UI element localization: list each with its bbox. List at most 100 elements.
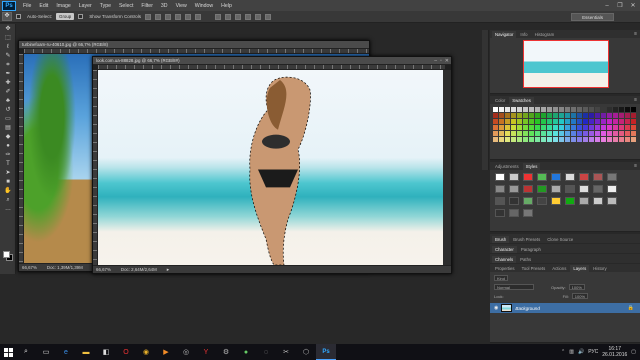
color-swatch[interactable]: [499, 113, 504, 118]
history-brush-tool-icon[interactable]: ↺: [4, 106, 12, 114]
color-swatch[interactable]: [583, 137, 588, 142]
menu-window[interactable]: Window: [191, 3, 217, 9]
document-tab[interactable]: look.com.ua-88828.jpg @ 66,7% (RGB/8#) –…: [93, 57, 451, 65]
fill-field[interactable]: 100%: [571, 293, 589, 299]
color-swatch[interactable]: [499, 137, 504, 142]
color-swatch[interactable]: [625, 137, 630, 142]
visibility-eye-icon[interactable]: ◉: [494, 305, 498, 311]
color-swatch[interactable]: [547, 119, 552, 124]
menu-type[interactable]: Type: [96, 3, 115, 9]
color-swatch[interactable]: [607, 125, 612, 130]
color-swatch[interactable]: [541, 125, 546, 130]
color-swatch[interactable]: [505, 119, 510, 124]
color-swatch[interactable]: [511, 125, 516, 130]
align-top-icon[interactable]: [145, 13, 152, 20]
marquee-tool-icon[interactable]: ⬚: [4, 34, 12, 42]
color-swatch[interactable]: [577, 107, 582, 112]
file-explorer-icon[interactable]: ▬: [76, 344, 96, 360]
style-preset[interactable]: [523, 209, 533, 217]
minimize-icon[interactable]: –: [434, 58, 437, 64]
style-preset[interactable]: [593, 173, 603, 181]
maximize-icon[interactable]: ▫: [440, 58, 442, 64]
color-swatch[interactable]: [583, 107, 588, 112]
auto-select-checkbox[interactable]: [16, 14, 21, 19]
color-swatch[interactable]: [523, 107, 528, 112]
layer-kind-filter[interactable]: Kind: [494, 275, 509, 281]
menu-view[interactable]: View: [172, 3, 191, 9]
layer-row[interactable]: ◉ Background 🔒: [490, 303, 640, 313]
color-swatch[interactable]: [547, 107, 552, 112]
color-swatch[interactable]: [529, 125, 534, 130]
color-swatch[interactable]: [541, 113, 546, 118]
color-swatch[interactable]: [547, 137, 552, 142]
pen-tool-icon[interactable]: ✑: [4, 151, 12, 159]
color-swatch[interactable]: [547, 125, 552, 130]
color-swatch[interactable]: [529, 137, 534, 142]
hand-tool-icon[interactable]: ✋: [4, 187, 12, 195]
color-swatch[interactable]: [595, 113, 600, 118]
color-swatch[interactable]: [505, 113, 510, 118]
style-preset[interactable]: [607, 185, 617, 193]
color-swatch[interactable]: [529, 131, 534, 136]
color-swatch[interactable]: [541, 119, 546, 124]
color-swatch[interactable]: [559, 119, 564, 124]
tab-layers[interactable]: Layers: [570, 265, 590, 272]
style-preset[interactable]: [495, 185, 505, 193]
color-swatch[interactable]: [535, 107, 540, 112]
style-preset[interactable]: [537, 185, 547, 193]
color-swatch[interactable]: [523, 137, 528, 142]
color-swatch[interactable]: [505, 131, 510, 136]
show-transform-checkbox[interactable]: [78, 14, 84, 19]
color-swatch[interactable]: [583, 119, 588, 124]
windows-start-button[interactable]: [0, 344, 16, 360]
color-swatch[interactable]: [493, 131, 498, 136]
color-swatch[interactable]: [613, 107, 618, 112]
brush-tool-icon[interactable]: ✐: [4, 88, 12, 96]
color-swatch[interactable]: [505, 107, 510, 112]
color-swatch[interactable]: [559, 137, 564, 142]
color-swatch[interactable]: [571, 131, 576, 136]
color-swatch[interactable]: [535, 137, 540, 142]
color-swatch[interactable]: [619, 137, 624, 142]
color-swatch[interactable]: [595, 137, 600, 142]
color-swatch[interactable]: [565, 107, 570, 112]
color-swatch[interactable]: [631, 113, 636, 118]
media-player-icon[interactable]: ▶: [156, 344, 176, 360]
app-icon[interactable]: ⬡: [296, 344, 316, 360]
style-preset[interactable]: [537, 173, 547, 181]
color-swatch[interactable]: [631, 119, 636, 124]
distribute-icon[interactable]: [245, 13, 252, 20]
search-icon[interactable]: ⌕: [16, 344, 36, 360]
menu-3d[interactable]: 3D: [157, 3, 172, 9]
tab-clone-source[interactable]: Clone Source: [544, 236, 576, 243]
color-swatch[interactable]: [601, 119, 606, 124]
color-swatch[interactable]: [595, 107, 600, 112]
color-swatch[interactable]: [571, 125, 576, 130]
color-swatch[interactable]: [553, 113, 558, 118]
notification-area-chevron-icon[interactable]: ⌃: [561, 349, 565, 355]
color-swatch[interactable]: [565, 119, 570, 124]
color-swatch[interactable]: [589, 107, 594, 112]
color-swatch[interactable]: [493, 113, 498, 118]
style-preset[interactable]: [551, 185, 561, 193]
healing-brush-tool-icon[interactable]: ✚: [4, 79, 12, 87]
color-swatch[interactable]: [559, 113, 564, 118]
color-swatch[interactable]: [553, 107, 558, 112]
menu-select[interactable]: Select: [115, 3, 137, 9]
color-swatch[interactable]: [595, 125, 600, 130]
app-icon[interactable]: ●: [236, 344, 256, 360]
menu-layer[interactable]: Layer: [75, 3, 96, 9]
auto-select-dropdown[interactable]: Group: [56, 13, 75, 20]
color-swatch[interactable]: [613, 137, 618, 142]
style-preset[interactable]: [551, 197, 561, 205]
tab-channels[interactable]: Channels: [492, 256, 517, 263]
color-swatch[interactable]: [577, 137, 582, 142]
tab-histogram[interactable]: Histogram: [532, 31, 558, 38]
move-tool-preset-icon[interactable]: ✥: [2, 12, 12, 21]
yandex-browser-icon[interactable]: Y: [196, 344, 216, 360]
color-swatch[interactable]: [559, 107, 564, 112]
color-swatch[interactable]: [619, 113, 624, 118]
color-swatch[interactable]: [589, 113, 594, 118]
tab-tool-presets[interactable]: Tool Presets: [519, 265, 549, 272]
color-swatch[interactable]: [547, 113, 552, 118]
